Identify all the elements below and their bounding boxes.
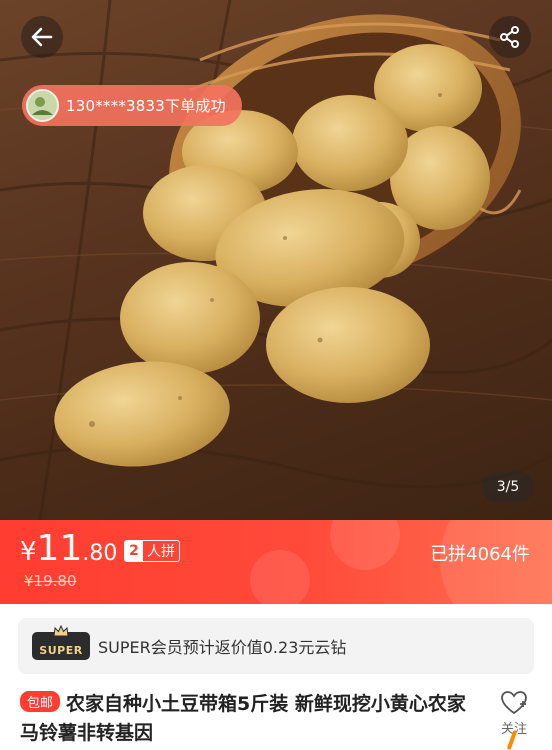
super-badge: SUPER	[32, 625, 90, 660]
product-detail-page: 130****3833下单成功 3/5 ¥ 11 .80 2 人拼 ¥19.80…	[0, 0, 552, 750]
product-image-gallery[interactable]: 130****3833下单成功 3/5	[0, 0, 552, 520]
image-page-counter: 3/5	[482, 472, 534, 502]
free-shipping-tag: 包邮	[20, 691, 61, 712]
avatar	[26, 89, 59, 122]
crown-icon	[53, 625, 69, 637]
original-price: ¥19.80	[24, 572, 77, 590]
current-price: ¥ 11 .80	[20, 528, 117, 569]
price-integer: 11	[36, 528, 83, 569]
follow-button[interactable]: 关注	[496, 690, 532, 750]
price-bar: ¥ 11 .80 2 人拼 ¥19.80 已拼4064件	[0, 520, 552, 604]
avatar-image-icon	[28, 91, 57, 120]
super-member-banner[interactable]: SUPER SUPER会员预计返价值0.23元云钻	[18, 618, 534, 674]
sold-count: 已拼4064件	[430, 544, 530, 565]
decor-circle	[250, 550, 310, 604]
heart-plus-icon	[501, 691, 527, 715]
toast-text: 130****3833下单成功	[66, 97, 226, 115]
price-decimal: .80	[82, 541, 118, 566]
group-buy-tag: 2 人拼	[124, 540, 180, 562]
product-title: 农家自种小土豆带箱5斤装 新鲜现挖小黄心农家马铃薯非转基因	[20, 693, 466, 744]
decor-circle	[330, 520, 400, 570]
product-photo	[0, 0, 552, 520]
product-title-block: 包邮 农家自种小土豆带箱5斤装 新鲜现挖小黄心农家马铃薯非转基因	[20, 690, 480, 748]
share-button[interactable]	[489, 16, 531, 58]
share-icon	[500, 26, 519, 48]
super-badge-label: SUPER	[39, 644, 83, 657]
recent-order-toast: 130****3833下单成功	[22, 85, 242, 126]
member-rebate-text: SUPER会员预计返价值0.23元云钻	[98, 638, 347, 657]
group-size: 2	[125, 541, 143, 561]
back-button[interactable]	[21, 16, 63, 58]
price-currency: ¥	[20, 537, 37, 567]
arrow-left-icon	[31, 27, 53, 47]
group-label: 人拼	[147, 544, 175, 560]
